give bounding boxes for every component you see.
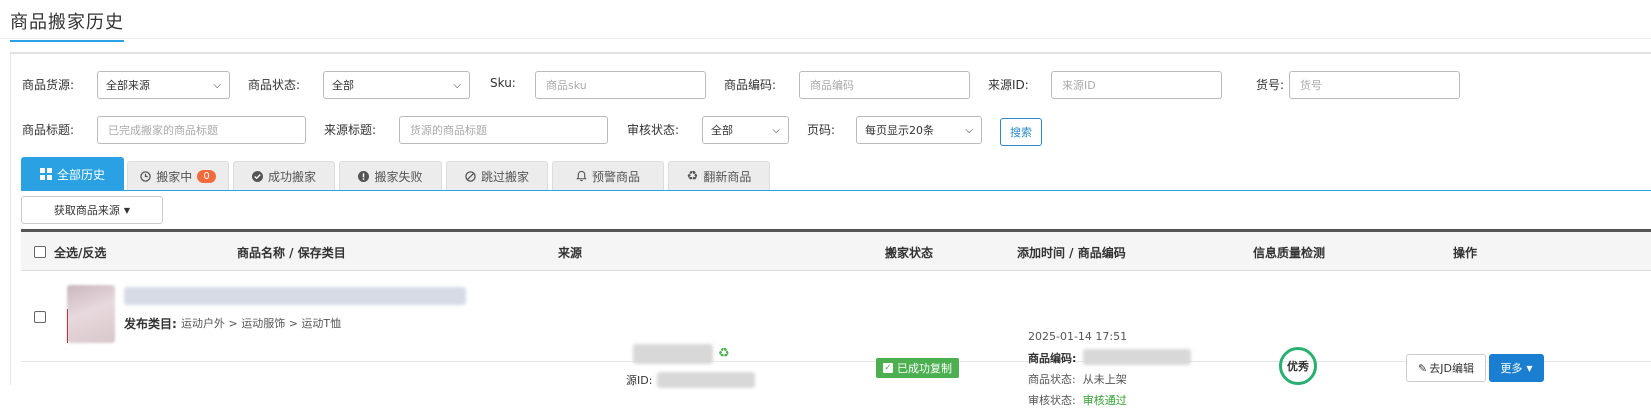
count-badge: 0	[197, 169, 216, 183]
source-title-input[interactable]	[399, 116, 608, 144]
tab-label: 搬家失败	[374, 169, 423, 184]
goods-status-value: 从未上架	[1082, 373, 1127, 386]
header-actions: 操作	[1453, 246, 1478, 260]
tab-label: 翻新商品	[703, 169, 752, 184]
tab-skipped[interactable]: 跳过搬家	[446, 161, 548, 190]
exclamation-circle-icon	[358, 170, 370, 182]
tab-in-progress[interactable]: 搬家中 0	[127, 161, 229, 190]
edit-icon: ✎	[1418, 361, 1428, 375]
chevron-down-icon: ⌵	[965, 124, 973, 136]
title-divider	[0, 38, 1651, 39]
caret-down-icon: ▼	[123, 205, 131, 215]
source-id-label: 来源ID:	[988, 78, 1029, 92]
header-source: 来源	[558, 246, 583, 260]
title-label: 商品标题:	[22, 123, 75, 137]
jd-edit-label: 去JD编辑	[1429, 362, 1474, 375]
product-code-redacted	[1083, 349, 1191, 365]
check-circle-icon	[251, 170, 263, 182]
status-label: 商品状态:	[248, 78, 301, 92]
source-id-redacted	[657, 372, 755, 388]
item-no-label: 货号:	[1256, 78, 1285, 92]
goods-status-line: 商品状态: 从未上架	[1028, 371, 1127, 387]
goods-status-label: 商品状态:	[1028, 373, 1076, 386]
review-label: 审核状态:	[627, 123, 680, 137]
table-header: 全选/反选 商品名称 / 保存类目 来源 搬家状态 添加时间 / 商品编码 信息…	[21, 232, 1651, 271]
tab-label: 搬家中	[156, 169, 193, 184]
source-link-redacted[interactable]	[633, 344, 713, 364]
title-input[interactable]	[97, 116, 306, 144]
search-button[interactable]: 搜索	[1000, 118, 1042, 146]
header-time-code: 添加时间 / 商品编码	[1017, 246, 1126, 260]
tab-label: 全部历史	[56, 167, 105, 182]
header-status: 搬家状态	[885, 246, 934, 260]
page-size-select[interactable]: 每页显示20条 ⌵	[856, 116, 982, 144]
code-label-text: 商品编码:	[1028, 352, 1077, 365]
tab-label: 跳过搬家	[480, 169, 529, 184]
tab-all-history[interactable]: 全部历史	[21, 157, 124, 190]
source-id-label: 源ID:	[626, 374, 653, 387]
filter-card: 商品货源: 全部来源 ⌵ 商品状态: 全部 ⌵ Sku: 商品编码: 来源ID:…	[10, 52, 1651, 407]
page-size-label: 页码:	[807, 123, 836, 137]
tab-bar: 全部历史 搬家中 0 成功搬家 搬家失败 跳过搬家 预警商品 ♻ 翻新商品	[21, 157, 1651, 191]
source-id-input[interactable]	[1051, 71, 1222, 99]
page-title: 商品搬家历史	[10, 8, 124, 42]
review-status-label: 审核状态:	[1028, 394, 1076, 407]
review-status-line: 审核状态: 审核通过	[1028, 392, 1127, 408]
ban-icon	[465, 170, 476, 182]
review-select[interactable]: 全部 ⌵	[702, 116, 789, 144]
item-no-input[interactable]	[1289, 71, 1460, 99]
more-label: 更多	[1500, 362, 1523, 375]
page-size-select-value: 每页显示20条	[865, 124, 934, 137]
header-select-all: 全选/反选	[54, 246, 107, 260]
category-path: 运动户外 > 运动服饰 > 运动T恤	[181, 317, 342, 330]
code-label: 商品编码:	[1028, 350, 1076, 366]
sku-input[interactable]	[535, 71, 706, 99]
more-button[interactable]: 更多 ▼	[1489, 354, 1544, 382]
row-checkbox[interactable]	[34, 311, 46, 323]
clock-icon	[140, 170, 152, 182]
quality-rating: 优秀	[1279, 347, 1317, 385]
code-label: 商品编码:	[724, 78, 777, 92]
header-name: 商品名称 / 保存类目	[237, 246, 346, 260]
tab-failed[interactable]: 搬家失败	[339, 161, 442, 190]
check-square-icon: ✓	[883, 363, 893, 373]
status-select[interactable]: 全部 ⌵	[323, 71, 470, 99]
sku-label: Sku:	[490, 76, 516, 90]
source-label: 商品货源:	[22, 78, 75, 92]
product-thumbnail[interactable]	[67, 285, 115, 343]
recycle-icon[interactable]: ♻	[718, 346, 730, 361]
chevron-down-icon: ⌵	[453, 79, 461, 91]
status-text: 已成功复制	[897, 362, 952, 375]
chevron-down-icon: ⌵	[772, 124, 780, 136]
product-title-redacted[interactable]	[124, 287, 466, 305]
recycle-icon: ♻	[686, 168, 699, 184]
tab-label: 成功搬家	[267, 169, 316, 184]
category-label: 发布类目:	[124, 317, 177, 331]
tab-warning[interactable]: 预警商品	[552, 161, 664, 190]
code-input[interactable]	[799, 71, 970, 99]
status-select-value: 全部	[332, 79, 354, 92]
review-status-value: 审核通过	[1082, 394, 1127, 407]
tab-label: 预警商品	[591, 169, 640, 184]
source-select-value: 全部来源	[106, 79, 150, 92]
fetch-source-button[interactable]: 获取商品来源 ▼	[21, 196, 163, 224]
bell-icon	[576, 170, 587, 182]
header-quality: 信息质量检测	[1253, 246, 1326, 260]
table-row: 发布类目: 运动户外 > 运动服饰 > 运动T恤 ♻ 源ID: ✓ 已成功复制 …	[21, 271, 1651, 407]
chevron-down-icon: ⌵	[213, 79, 221, 91]
review-select-value: 全部	[711, 124, 733, 137]
added-time: 2025-01-14 17:51	[1028, 330, 1128, 343]
select-all-checkbox[interactable]	[34, 246, 46, 258]
thumbnail-accent	[67, 309, 68, 343]
tab-success[interactable]: 成功搬家	[233, 161, 335, 190]
caret-down-icon: ▼	[1526, 363, 1533, 373]
fetch-source-label: 获取商品来源	[53, 204, 120, 217]
jd-edit-button[interactable]: ✎ 去JD编辑	[1406, 354, 1486, 382]
source-title-label: 来源标题:	[324, 123, 377, 137]
status-badge: ✓ 已成功复制	[876, 358, 959, 378]
tab-renovated[interactable]: ♻ 翻新商品	[668, 161, 770, 190]
grid-icon	[39, 168, 52, 180]
source-select[interactable]: 全部来源 ⌵	[97, 71, 230, 99]
